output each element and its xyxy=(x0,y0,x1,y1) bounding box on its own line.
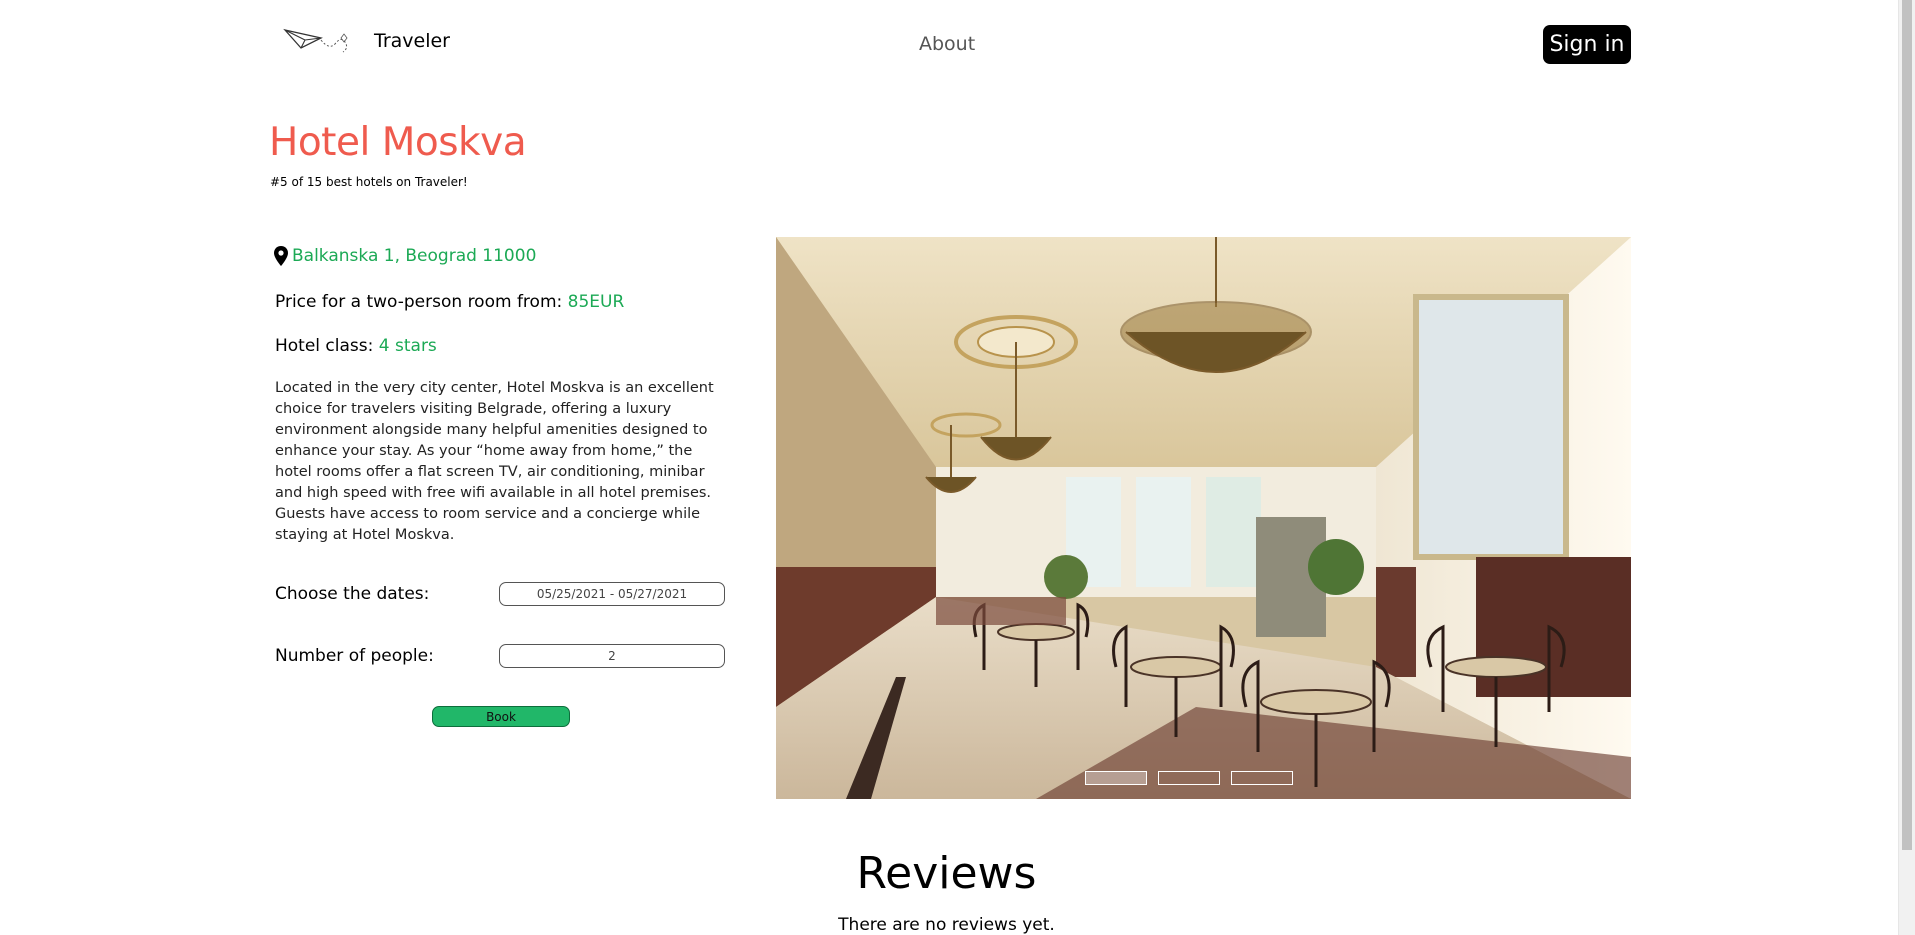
sign-in-button[interactable]: Sign in xyxy=(1543,25,1631,64)
carousel-indicator-1[interactable] xyxy=(1085,771,1147,785)
hotel-class-value: 4 stars xyxy=(378,336,437,356)
hotel-photo-carousel[interactable] xyxy=(776,237,1631,799)
address-text: Balkanska 1, Beograd 11000 xyxy=(292,246,537,266)
scrollbar-thumb[interactable] xyxy=(1902,0,1912,850)
hotel-address: Balkanska 1, Beograd 11000 xyxy=(274,246,536,266)
page: Traveler About Sign in Hotel Moskva #5 o… xyxy=(0,0,1898,935)
price-line: Price for a two-person room from: 85EUR xyxy=(275,292,624,312)
reviews-heading: Reviews xyxy=(856,848,1037,899)
carousel-indicator-3[interactable] xyxy=(1231,771,1293,785)
people-label: Number of people: xyxy=(275,646,434,666)
nav-about-link[interactable]: About xyxy=(919,33,975,55)
book-button[interactable]: Book xyxy=(432,706,570,727)
no-reviews-text: There are no reviews yet. xyxy=(838,915,1055,935)
hotel-title: Hotel Moskva xyxy=(269,120,527,165)
map-pin-icon xyxy=(274,246,288,266)
dates-label: Choose the dates: xyxy=(275,584,430,604)
vertical-scrollbar[interactable] xyxy=(1898,0,1915,935)
carousel-indicators xyxy=(1085,771,1293,785)
people-count-input[interactable] xyxy=(499,644,725,668)
price-label: Price for a two-person room from: xyxy=(275,292,563,312)
hotel-class-label: Hotel class: xyxy=(275,336,374,356)
date-range-input[interactable] xyxy=(499,582,725,606)
brand-name[interactable]: Traveler xyxy=(374,30,450,52)
paper-plane-logo-icon[interactable] xyxy=(283,26,353,58)
hotel-class-line: Hotel class: 4 stars xyxy=(275,336,437,356)
hotel-lobby-photo xyxy=(776,237,1631,799)
carousel-indicator-2[interactable] xyxy=(1158,771,1220,785)
price-value: 85EUR xyxy=(567,292,625,312)
hotel-description: Located in the very city center, Hotel M… xyxy=(275,380,714,543)
hotel-ranking: #5 of 15 best hotels on Traveler! xyxy=(270,175,468,189)
